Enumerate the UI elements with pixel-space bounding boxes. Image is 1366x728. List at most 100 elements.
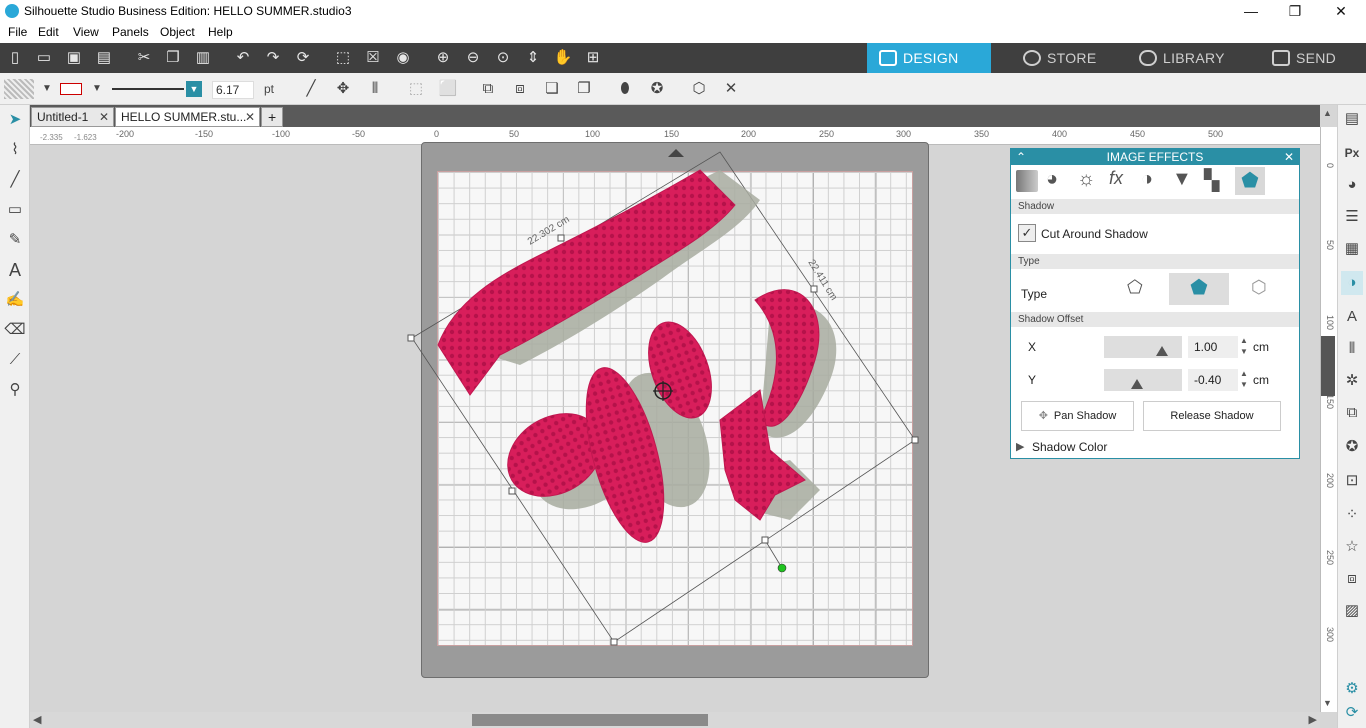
selection-handle[interactable] bbox=[610, 638, 618, 646]
scroll-up-icon[interactable]: ▲ bbox=[1323, 108, 1332, 118]
bring-forward-icon[interactable]: ❏ bbox=[541, 79, 563, 99]
horizontal-scroll-thumb[interactable] bbox=[472, 714, 708, 726]
tab-design[interactable]: DESIGN bbox=[867, 43, 991, 73]
pencil-icon[interactable]: ✎ bbox=[4, 229, 26, 251]
new-tab-button[interactable]: + bbox=[261, 107, 283, 127]
gradient-effect-icon[interactable] bbox=[1016, 170, 1038, 192]
copy-icon[interactable]: ❐ bbox=[162, 48, 184, 68]
close-tab-icon[interactable]: ✕ bbox=[245, 108, 255, 126]
collapse-chevron-icon[interactable]: ⌃ bbox=[1016, 149, 1026, 165]
tab-send[interactable]: SEND bbox=[1260, 43, 1366, 73]
3d-box-icon[interactable]: ⬡ bbox=[688, 79, 710, 99]
group-icon[interactable]: ⬚ bbox=[405, 79, 427, 99]
menu-view[interactable]: View bbox=[73, 25, 99, 39]
line-color-swatch[interactable] bbox=[60, 83, 82, 95]
expand-arrow-icon[interactable]: ▶ bbox=[1016, 440, 1024, 453]
offset-icon[interactable]: ✪ bbox=[1341, 435, 1363, 459]
panel-close-icon[interactable]: ✕ bbox=[1284, 149, 1294, 165]
layers-icon[interactable]: ⧈ bbox=[1341, 567, 1363, 591]
line-draw-icon[interactable]: ╱ bbox=[4, 169, 26, 191]
save-icon[interactable]: ▣ bbox=[63, 48, 85, 68]
doc-tab-untitled[interactable]: Untitled-1 ✕ bbox=[31, 107, 114, 127]
compound-path-icon[interactable]: ⧉ bbox=[477, 79, 499, 99]
replicate-icon[interactable]: ✲ bbox=[1341, 369, 1363, 393]
knife-icon[interactable]: ⟋ bbox=[4, 349, 26, 371]
contrast-effect-icon[interactable]: ◑ bbox=[1141, 168, 1153, 191]
page-setup-icon[interactable]: ▤ bbox=[1341, 107, 1363, 131]
modify-icon[interactable]: ⧉ bbox=[1341, 401, 1363, 425]
selection-handle[interactable] bbox=[508, 487, 516, 495]
y-spinner-icon[interactable]: ▲ ▼ bbox=[1240, 368, 1248, 390]
sync-icon[interactable]: ⟳ bbox=[1341, 701, 1363, 725]
selection-handle[interactable] bbox=[810, 285, 818, 293]
x-spinner-icon[interactable]: ▲ ▼ bbox=[1240, 335, 1248, 357]
filter-effect-icon[interactable]: ▼ bbox=[1172, 168, 1192, 191]
fill-pattern-icon[interactable]: ▦ bbox=[1341, 237, 1363, 261]
line-style-preview[interactable] bbox=[112, 88, 184, 90]
edit-points-icon[interactable]: ⌇ bbox=[4, 139, 26, 161]
maximize-button[interactable]: ❐ bbox=[1272, 0, 1318, 23]
eyedropper-icon[interactable]: ⚲ bbox=[4, 379, 26, 401]
close-button[interactable]: ✕ bbox=[1318, 0, 1364, 23]
release-compound-icon[interactable]: ⧈ bbox=[509, 79, 531, 99]
offset-x-slider[interactable] bbox=[1104, 336, 1182, 358]
shadow-effect-icon[interactable]: ⬟ bbox=[1235, 167, 1265, 195]
rotate-handle-icon[interactable] bbox=[668, 149, 684, 157]
menu-help[interactable]: Help bbox=[208, 25, 233, 39]
offset-y-slider[interactable] bbox=[1104, 369, 1182, 391]
ungroup-icon[interactable]: ⬜ bbox=[437, 79, 459, 99]
pan-shadow-button[interactable]: ✥ Pan Shadow bbox=[1021, 401, 1134, 431]
minimize-button[interactable]: — bbox=[1228, 0, 1274, 23]
rhinestone-icon[interactable]: ☆ bbox=[1341, 535, 1363, 559]
redraw-icon[interactable]: ⟳ bbox=[292, 48, 314, 68]
fit-to-page-icon[interactable]: ⊞ bbox=[582, 48, 604, 68]
offset-x-input[interactable]: 1.00 bbox=[1188, 336, 1238, 358]
open-folder-icon[interactable]: ▭ bbox=[33, 48, 55, 68]
vertical-scroll-thumb[interactable] bbox=[1321, 336, 1335, 396]
scroll-down-icon[interactable]: ▼ bbox=[1323, 698, 1332, 708]
fill-panel-icon[interactable]: ◕ bbox=[1341, 173, 1363, 197]
selection-handle[interactable] bbox=[911, 436, 919, 444]
new-file-icon[interactable]: ▯ bbox=[4, 48, 26, 68]
design-artwork[interactable]: 22.302 cm 22.411 cm bbox=[400, 130, 940, 670]
selection-handle[interactable] bbox=[407, 334, 415, 342]
type-perspective-icon[interactable]: ⬡ bbox=[1251, 277, 1267, 298]
menu-file[interactable]: File bbox=[8, 25, 27, 39]
menu-panels[interactable]: Panels bbox=[112, 25, 149, 39]
menu-object[interactable]: Object bbox=[160, 25, 195, 39]
scroll-left-icon[interactable]: ◀ bbox=[33, 713, 41, 726]
sketch-panel-icon[interactable]: ⁘ bbox=[1341, 503, 1363, 527]
type-flat-icon[interactable]: ⬠ bbox=[1127, 277, 1143, 298]
shadow-color-label[interactable]: Shadow Color bbox=[1032, 440, 1107, 454]
eraser-icon[interactable]: ⌫ bbox=[4, 319, 26, 341]
brightness-effect-icon[interactable]: ☼ bbox=[1077, 168, 1095, 191]
doc-tab-hello-summer[interactable]: HELLO SUMMER.stu... ✕ bbox=[115, 107, 260, 127]
select-arrow-icon[interactable]: ➤ bbox=[4, 109, 26, 131]
send-backward-icon[interactable]: ❐ bbox=[573, 79, 595, 99]
delete-x-icon[interactable]: ✕ bbox=[720, 79, 742, 99]
deselect-icon[interactable]: ☒ bbox=[362, 48, 384, 68]
line-style-dropdown-icon[interactable]: ▼ bbox=[186, 81, 202, 97]
line-width-input[interactable]: 6.17 bbox=[212, 81, 254, 99]
design-always-joy[interactable] bbox=[437, 169, 820, 550]
zoom-select-icon[interactable]: ⊙ bbox=[492, 48, 514, 68]
palette-effect-icon[interactable]: ◕ bbox=[1046, 168, 1058, 191]
select-by-color-icon[interactable]: ◉ bbox=[392, 48, 414, 68]
select-all-icon[interactable]: ⬚ bbox=[332, 48, 354, 68]
text-panel-icon[interactable]: A bbox=[1341, 305, 1363, 329]
zoom-out-icon[interactable]: ⊖ bbox=[462, 48, 484, 68]
cut-icon[interactable]: ✂ bbox=[133, 48, 155, 68]
transform-panel-icon[interactable]: ⫴ bbox=[1341, 337, 1363, 361]
tab-store[interactable]: STORE bbox=[1011, 43, 1127, 73]
sketch-icon[interactable]: ✍ bbox=[4, 289, 26, 311]
settings-gear-icon[interactable]: ⚙ bbox=[1341, 677, 1363, 701]
cut-around-shadow-checkbox[interactable]: ✓ bbox=[1018, 224, 1036, 242]
drag-zoom-icon[interactable]: ⇕ bbox=[522, 48, 544, 68]
redo-icon[interactable]: ↷ bbox=[262, 48, 284, 68]
menu-edit[interactable]: Edit bbox=[38, 25, 59, 39]
tab-library[interactable]: LIBRARY bbox=[1127, 43, 1255, 73]
star-shape-icon[interactable]: ✪ bbox=[646, 79, 668, 99]
selection-handle[interactable] bbox=[761, 536, 769, 544]
image-effects-panel-icon[interactable]: ◑ bbox=[1341, 271, 1363, 295]
line-tool-icon[interactable]: ╱ bbox=[300, 79, 322, 99]
